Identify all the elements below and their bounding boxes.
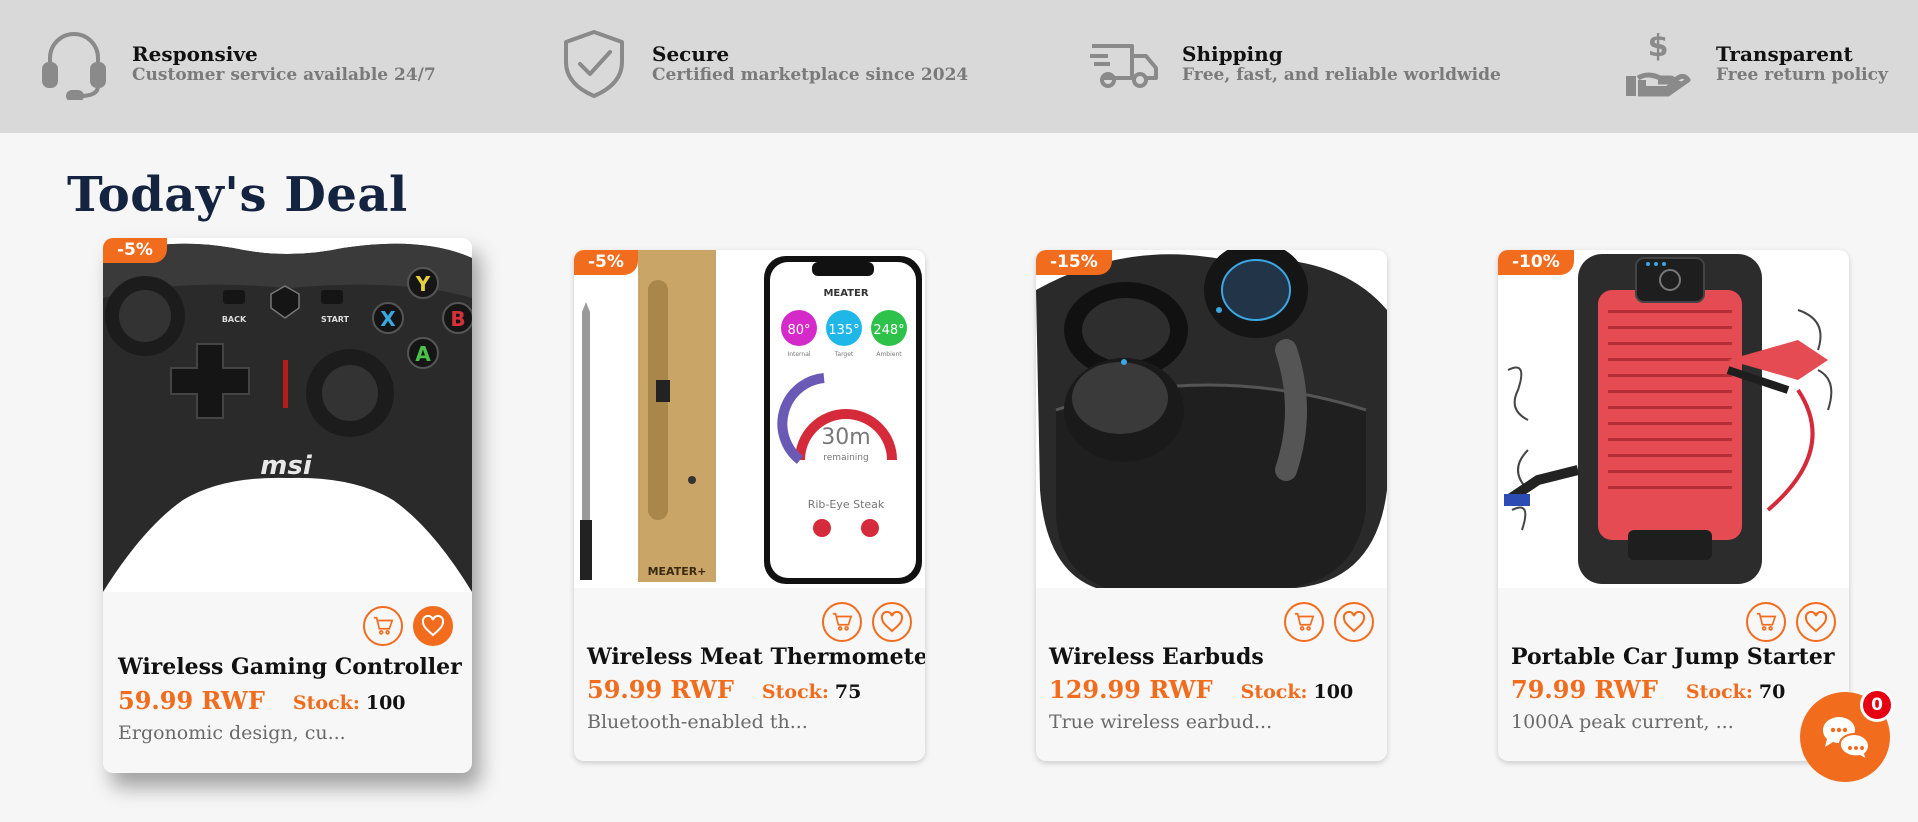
product-card[interactable]: BACK START Y X B A msi -5% Wireless Gami… <box>103 238 472 773</box>
cart-icon <box>373 616 394 635</box>
product-price: 79.99 RWF <box>1511 675 1658 704</box>
a-button-label: A <box>415 342 431 366</box>
product-description: Ergonomic design, cu... <box>118 722 346 744</box>
price-stock-row: 59.99 RWF Stock: 75 <box>587 675 861 704</box>
jump-starter-image[interactable] <box>1498 250 1849 588</box>
heart-icon <box>880 610 904 633</box>
feature-shipping: Shipping Free, fast, and reliable worldw… <box>1088 28 1501 100</box>
stock-label: Stock: <box>1240 681 1308 703</box>
internal-label: Internal <box>787 351 810 358</box>
product-price: 59.99 RWF <box>118 686 265 715</box>
stock-value: 75 <box>834 681 862 703</box>
discount-badge: -5% <box>574 250 638 275</box>
start-label: START <box>321 315 350 324</box>
heart-icon <box>1342 610 1366 633</box>
cart-icon <box>1756 612 1777 631</box>
price-stock-row: 59.99 RWF Stock: 100 <box>118 686 406 715</box>
stock-label: Stock: <box>292 692 360 714</box>
chat-unread-badge: 0 <box>1860 688 1894 722</box>
feature-title: Transparent <box>1716 42 1853 66</box>
favorite-button[interactable] <box>1796 602 1836 642</box>
section-title: Today's Deal <box>67 167 408 223</box>
feature-title: Secure <box>652 42 730 66</box>
card-actions <box>1746 602 1836 642</box>
back-label: BACK <box>222 315 247 324</box>
b-button-label: B <box>450 307 465 331</box>
internal-temp: 80° <box>787 323 810 338</box>
favorite-button[interactable] <box>1334 602 1374 642</box>
ambient-temp: 248° <box>873 323 904 338</box>
truck-icon <box>1088 28 1160 100</box>
x-button-label: X <box>380 307 396 331</box>
chat-icon <box>1822 717 1871 760</box>
product-name[interactable]: Wireless Earbuds <box>1049 644 1264 670</box>
msi-logo-text: msi <box>260 451 313 481</box>
svg-text:$: $ <box>1648 29 1669 64</box>
earbuds-image[interactable] <box>1036 250 1387 588</box>
card-actions <box>363 606 453 646</box>
product-name[interactable]: Wireless Meat Thermometer <box>587 644 925 670</box>
cart-icon <box>1294 612 1315 631</box>
time-remaining: 30m <box>821 425 870 450</box>
game-controller-image[interactable]: BACK START Y X B A msi <box>103 238 472 592</box>
meat-thermometer-image[interactable]: MEATER+ MEATER 80° 135° 248° Internal Ta… <box>574 250 925 588</box>
card-actions <box>1284 602 1374 642</box>
stock-value: 100 <box>365 692 406 714</box>
hand-dollar-icon: $ <box>1622 28 1694 100</box>
discount-badge: -5% <box>103 238 167 263</box>
features-strip: Responsive Customer service available 24… <box>0 0 1918 133</box>
product-name[interactable]: Portable Car Jump Starter <box>1511 644 1834 670</box>
stock-value: 70 <box>1758 681 1786 703</box>
stock-label: Stock: <box>761 681 829 703</box>
feature-secure: Secure Certified marketplace since 2024 <box>558 28 968 100</box>
add-to-cart-button[interactable] <box>822 602 862 642</box>
favorite-button[interactable] <box>872 602 912 642</box>
feature-transparent: $ Transparent Free return policy <box>1622 28 1888 100</box>
feature-subtitle: Free return policy <box>1716 65 1888 85</box>
product-description: Bluetooth-enabled th... <box>587 711 808 733</box>
cut-name: Rib-Eye Steak <box>808 498 885 511</box>
target-temp: 135° <box>828 323 859 338</box>
feature-subtitle: Free, fast, and reliable worldwide <box>1182 65 1501 85</box>
feature-subtitle: Certified marketplace since 2024 <box>652 65 969 85</box>
product-description: True wireless earbud... <box>1049 711 1273 733</box>
card-actions <box>822 602 912 642</box>
stock-value: 100 <box>1313 681 1354 703</box>
favorite-button[interactable] <box>413 606 453 646</box>
discount-badge: -10% <box>1498 250 1574 275</box>
target-label: Target <box>834 351 854 358</box>
price-stock-row: 129.99 RWF Stock: 100 <box>1049 675 1353 704</box>
discount-badge: -15% <box>1036 250 1112 275</box>
y-button-label: Y <box>415 272 431 296</box>
feature-title: Responsive <box>132 42 258 66</box>
heart-icon <box>421 614 445 637</box>
ambient-label: Ambient <box>876 351 902 358</box>
stock-label: Stock: <box>1685 681 1753 703</box>
add-to-cart-button[interactable] <box>1284 602 1324 642</box>
product-card[interactable]: -10% Portable Car Jump Starter 79.99 RWF… <box>1498 250 1849 761</box>
feature-title: Shipping <box>1182 42 1283 66</box>
product-card[interactable]: -15% Wireless Earbuds 129.99 RWF Stock: … <box>1036 250 1387 761</box>
product-price: 59.99 RWF <box>587 675 734 704</box>
product-price: 129.99 RWF <box>1049 675 1213 704</box>
add-to-cart-button[interactable] <box>363 606 403 646</box>
product-card[interactable]: MEATER+ MEATER 80° 135° 248° Internal Ta… <box>574 250 925 761</box>
app-brand-text: MEATER <box>823 288 868 299</box>
product-description: 1000A peak current, ... <box>1511 711 1734 733</box>
shield-check-icon <box>558 28 630 100</box>
feature-subtitle: Customer service available 24/7 <box>132 65 436 85</box>
cart-icon <box>832 612 853 631</box>
product-name[interactable]: Wireless Gaming Controller <box>118 654 462 680</box>
heart-icon <box>1804 610 1828 633</box>
add-to-cart-button[interactable] <box>1746 602 1786 642</box>
box-brand-text: MEATER+ <box>648 565 707 578</box>
feature-responsive: Responsive Customer service available 24… <box>38 28 436 100</box>
headset-icon <box>38 28 110 100</box>
price-stock-row: 79.99 RWF Stock: 70 <box>1511 675 1785 704</box>
remaining-label: remaining <box>823 453 868 463</box>
